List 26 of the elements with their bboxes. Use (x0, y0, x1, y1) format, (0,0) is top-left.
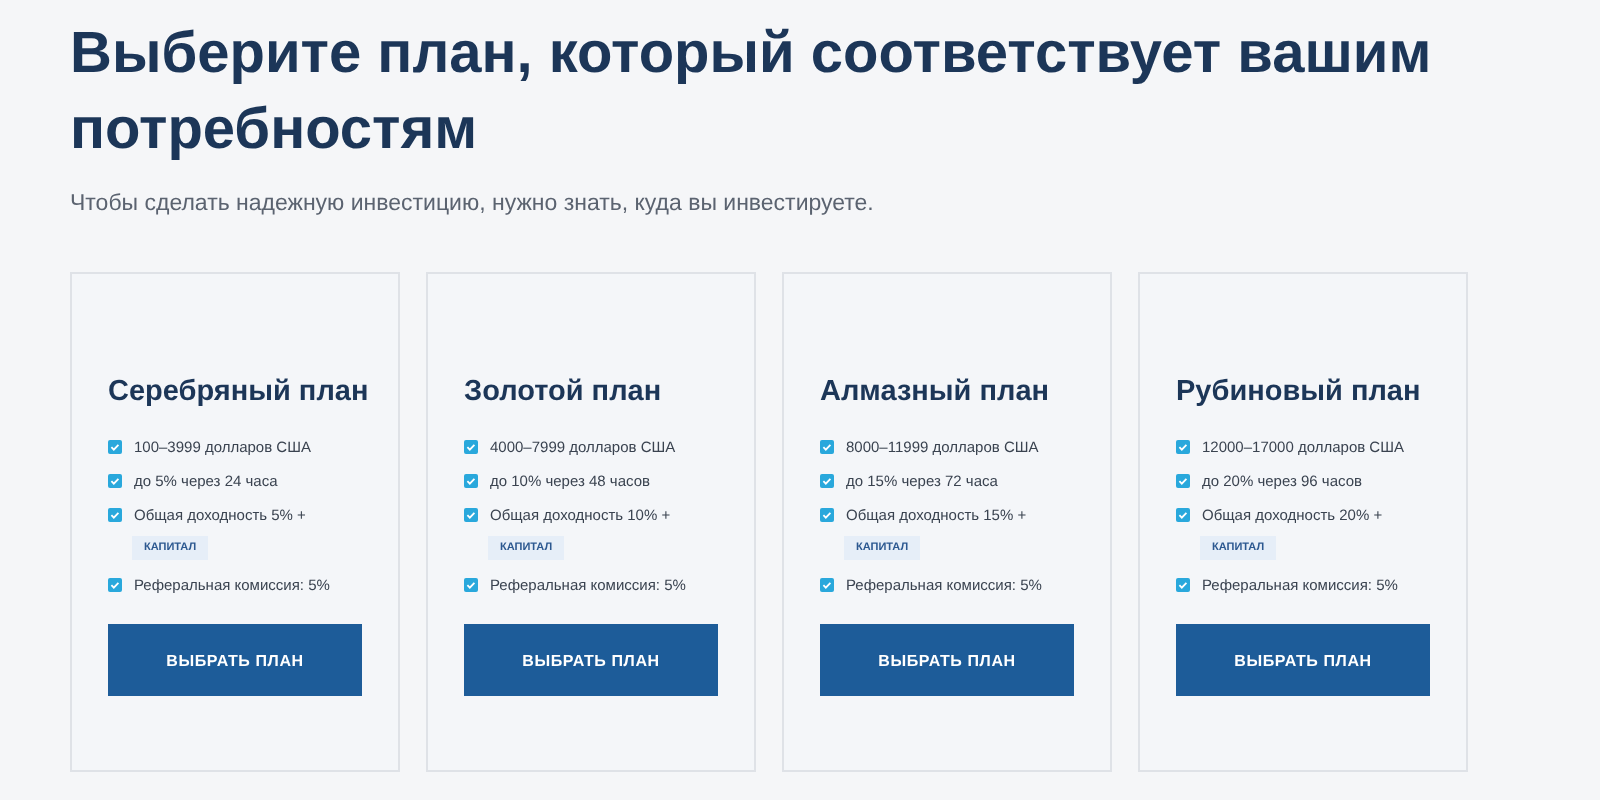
choose-plan-button[interactable]: ВЫБРАТЬ ПЛАН (1176, 624, 1430, 696)
checkbox-icon (464, 474, 478, 488)
checkbox-icon (820, 440, 834, 454)
checkbox-icon (820, 578, 834, 592)
page-heading: Выберите план, который соответствует вашим потребностям (70, 20, 1434, 166)
checkbox-icon (1176, 508, 1190, 522)
plan-title: Серебряный план (108, 374, 362, 410)
checkbox-icon (464, 508, 478, 522)
checkbox-icon (1176, 440, 1190, 454)
choose-plan-button[interactable]: ВЫБРАТЬ ПЛАН (820, 624, 1074, 696)
checkbox-icon (108, 578, 122, 592)
choose-plan-button[interactable]: ВЫБРАТЬ ПЛАН (464, 624, 718, 696)
checkbox-icon (1176, 474, 1190, 488)
plan-title: Рубиновый план (1176, 374, 1423, 410)
checkbox-icon (464, 578, 478, 592)
checkbox-icon (464, 440, 478, 454)
page-subtitle: Чтобы сделать надежную инвестицию, нужно знать, куда вы инвестируете. (70, 192, 876, 216)
plan-title: Золотой план (464, 374, 664, 410)
checkbox-icon (820, 474, 834, 488)
checkbox-icon (108, 508, 122, 522)
choose-plan-button[interactable]: ВЫБРАТЬ ПЛАН (108, 624, 362, 696)
checkbox-icon (108, 474, 122, 488)
checkbox-icon (820, 508, 834, 522)
checkbox-icon (1176, 578, 1190, 592)
plan-title: Алмазный план (820, 374, 1052, 410)
checkbox-icon (108, 440, 122, 454)
